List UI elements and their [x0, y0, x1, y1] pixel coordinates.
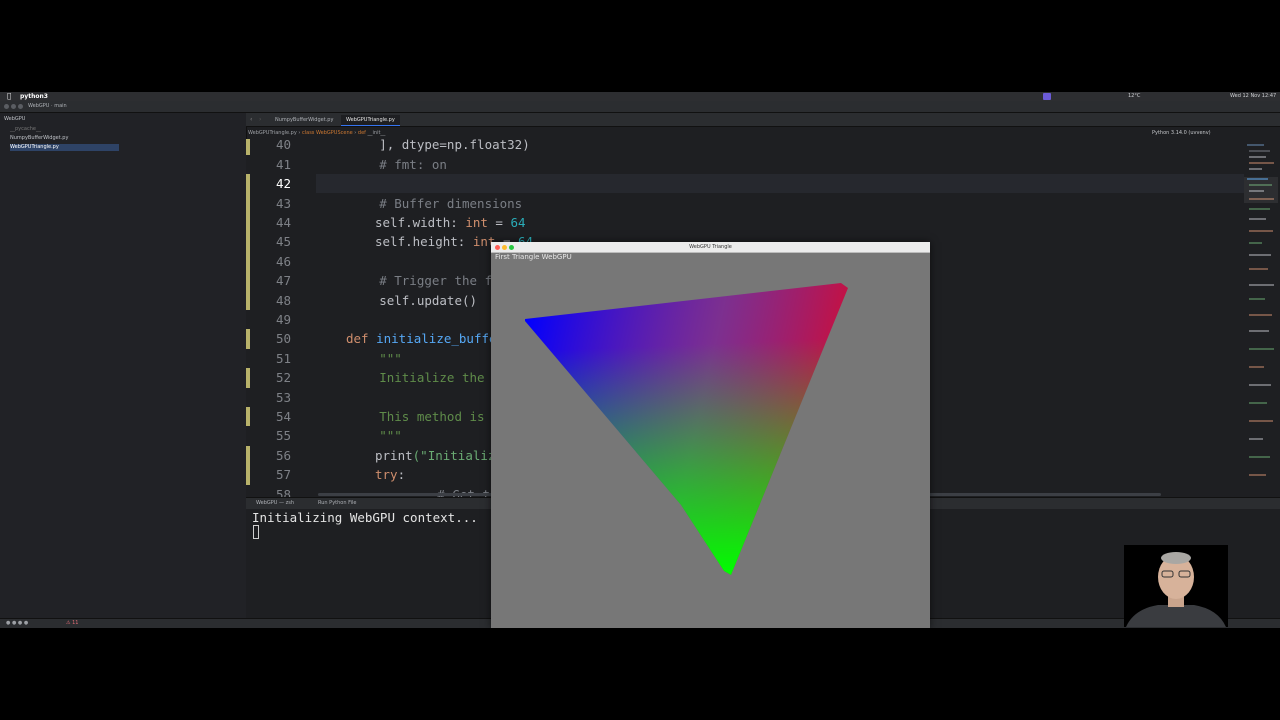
problems-count[interactable]: ⚠ 11: [66, 619, 78, 628]
back-icon[interactable]: ‹: [250, 116, 252, 123]
code-line: 42: [246, 174, 1246, 194]
close-window-icon[interactable]: [4, 104, 9, 109]
breadcrumb-method[interactable]: __init__: [368, 130, 386, 136]
minimap-lines: [1244, 144, 1278, 476]
system-menu-bar:  python3 12°C Wed 12 Nov 12:47: [0, 92, 1280, 101]
project-sidebar: WebGPU __pycache__ NumpyBufferWidget.py …: [0, 113, 247, 618]
breadcrumb-class-keyword: class: [302, 130, 315, 136]
breadcrumb: WebGPUTriangle.py › class WebGPUScene › …: [248, 130, 386, 136]
webgpu-zoom-icon[interactable]: [509, 245, 514, 250]
code-line: 44 self.width: int = 64: [246, 213, 1246, 233]
tab-run-python-file[interactable]: Run Python File: [314, 499, 360, 508]
breadcrumb-def-keyword: def: [357, 130, 366, 136]
webcam-presenter: [1124, 545, 1228, 627]
tab-numpybufferwidget[interactable]: NumpyBufferWidget.py: [270, 115, 338, 125]
interpreter-selector[interactable]: Python 3.14.0 (uvvenv): [1152, 129, 1211, 137]
ide-title-bar: WebGPU · main: [0, 101, 1280, 113]
screen-record-icon[interactable]: [1043, 93, 1051, 100]
webgpu-minimize-icon[interactable]: [502, 245, 507, 250]
breadcrumb-class[interactable]: WebGPUScene: [316, 130, 353, 136]
project-name[interactable]: WebGPU · main: [28, 101, 67, 112]
editor-tab-bar: [246, 113, 1280, 127]
forward-icon[interactable]: ›: [259, 116, 261, 123]
webgpu-close-icon[interactable]: [495, 245, 500, 250]
apple-icon[interactable]: : [7, 92, 11, 101]
code-line: 43 # Buffer dimensions: [246, 193, 1246, 213]
sidebar-item-pycache[interactable]: __pycache__: [10, 126, 41, 133]
gradient-triangle: [525, 283, 848, 575]
sidebar-item-webgpu[interactable]: WebGPU: [4, 116, 25, 123]
code-line: 41 # fmt: on: [275, 156, 447, 172]
webgpu-window-titlebar[interactable]: WebGPU Triangle: [491, 242, 930, 253]
code-line: 40 ], dtype=np.float32): [246, 139, 1246, 155]
app-menu-name[interactable]: python3: [20, 92, 48, 101]
code-minimap[interactable]: [1244, 139, 1278, 494]
tab-terminal-zsh[interactable]: WebGPU — zsh: [252, 499, 298, 508]
menubar-clock: Wed 12 Nov 12:47: [1230, 93, 1277, 99]
webgpu-window-title: WebGPU Triangle: [689, 244, 732, 250]
zoom-window-icon[interactable]: [18, 104, 23, 109]
minimize-window-icon[interactable]: [11, 104, 16, 109]
tab-webgputriangle[interactable]: WebGPUTriangle.py: [341, 115, 400, 126]
status-icons[interactable]: ● ● ● ●: [6, 619, 28, 628]
terminal-output: Initializing WebGPU context...: [252, 510, 478, 525]
weather-temperature: 12°C: [1128, 93, 1141, 99]
breadcrumb-file[interactable]: WebGPUTriangle.py: [248, 130, 297, 136]
sidebar-item-numpybufferwidget[interactable]: NumpyBufferWidget.py: [10, 135, 68, 142]
terminal-cursor: [253, 525, 259, 539]
sidebar-item-webgputriangle[interactable]: WebGPUTriangle.py: [10, 144, 119, 151]
